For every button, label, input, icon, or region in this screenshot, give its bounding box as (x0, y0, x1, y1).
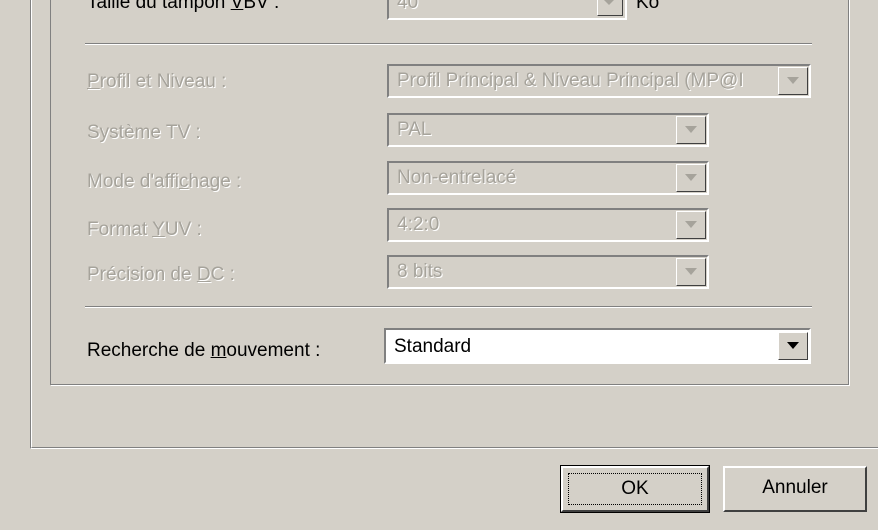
yuv-format-select[interactable]: 4:2:0 (387, 208, 709, 242)
dc-precision-value: 8 bits (397, 261, 443, 282)
profile-level-label: Profil et Niveau : (87, 71, 227, 92)
vbv-unit: Ko (636, 0, 660, 13)
chevron-down-icon[interactable] (676, 164, 706, 192)
tv-system-select[interactable]: PAL (387, 113, 709, 147)
ok-label: OK (568, 473, 702, 505)
yuv-format-label: Format YUV : (87, 219, 202, 240)
chevron-down-icon[interactable] (676, 258, 706, 286)
dc-precision-select[interactable]: 8 bits (387, 255, 709, 289)
yuv-format-value: 4:2:0 (397, 214, 440, 235)
spin-down-icon[interactable] (597, 0, 623, 16)
motion-search-label: Recherche de mouvement : (87, 340, 321, 361)
display-mode-value: Non-entrelacé (397, 167, 517, 188)
chevron-down-icon[interactable] (676, 116, 706, 144)
chevron-down-icon[interactable] (778, 67, 808, 95)
profile-level-select[interactable]: Profil Principal & Niveau Principal (MP@… (387, 64, 811, 98)
chevron-down-icon[interactable] (778, 332, 808, 360)
separator (85, 306, 812, 308)
motion-search-select[interactable]: Standard (384, 328, 811, 364)
display-mode-label: Mode d'affichage : (87, 171, 242, 192)
separator (85, 43, 812, 45)
vbv-value: 40 (397, 0, 419, 13)
ok-button[interactable]: OK (560, 465, 710, 513)
chevron-down-icon[interactable] (676, 211, 706, 239)
display-mode-select[interactable]: Non-entrelacé (387, 161, 709, 195)
tv-system-value: PAL (397, 119, 432, 140)
cancel-button[interactable]: Annuler (723, 466, 867, 512)
vbv-label: Taille du tampon VBV : (87, 0, 280, 13)
motion-search-value: Standard (394, 336, 472, 357)
vbv-size-spinner[interactable]: 40 (387, 0, 627, 20)
profile-level-value: Profil Principal & Niveau Principal (MP@… (397, 70, 744, 91)
tv-system-label: Système TV : (87, 122, 201, 143)
dc-precision-label: Précision de DC : (87, 264, 235, 285)
